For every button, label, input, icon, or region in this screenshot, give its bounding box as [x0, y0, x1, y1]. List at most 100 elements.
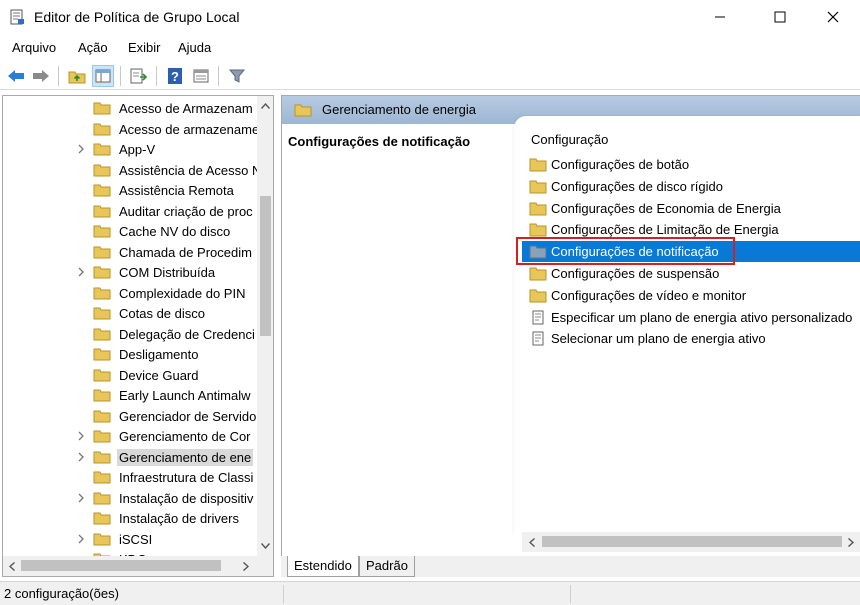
tree-hscroll-thumb[interactable]: [21, 560, 221, 571]
tree-item[interactable]: Gerenciamento de ene: [3, 447, 257, 467]
tree-item[interactable]: Gerenciamento de Cor: [3, 426, 257, 446]
scroll-left-arrow[interactable]: [5, 559, 19, 573]
setting-item-label: Configurações de Limitação de Energia: [551, 222, 779, 238]
tree-item[interactable]: Acesso de Armazenam: [3, 98, 257, 118]
menu-acao[interactable]: Ação: [78, 40, 108, 55]
tree-item[interactable]: Gerenciador de Servido: [3, 406, 257, 426]
tree-item[interactable]: Cotas de disco: [3, 303, 257, 323]
setting-item[interactable]: Configurações de disco rígido: [522, 176, 860, 197]
help-button[interactable]: ?: [164, 65, 186, 87]
tree-item-label: COM Distribuída: [119, 265, 216, 280]
list-horizontal-scrollbar[interactable]: [522, 532, 860, 552]
status-bar: 2 configuração(ões): [0, 581, 860, 605]
folder-icon: [93, 430, 111, 443]
tree-item[interactable]: Infraestrutura de Classi: [3, 467, 257, 487]
setting-item[interactable]: Configurações de botão: [522, 154, 860, 175]
tree-item-label: Chamada de Procedim: [119, 244, 252, 260]
chevron-right-icon[interactable]: [76, 534, 86, 544]
tree-scroll-thumb[interactable]: [260, 196, 271, 336]
tree-item[interactable]: Early Launch Antimalw: [3, 385, 257, 405]
scroll-down-arrow[interactable]: [258, 539, 272, 553]
tree-item[interactable]: Assistência de Acesso N: [3, 160, 257, 180]
tree-item-label: Assistência Remota: [119, 183, 234, 198]
back-button[interactable]: [5, 65, 27, 87]
up-folder-button[interactable]: [66, 65, 88, 87]
setting-item[interactable]: Configurações de suspensão: [522, 263, 860, 284]
tree-item[interactable]: Device Guard: [3, 365, 257, 385]
description-title: Configurações de notificação: [288, 134, 471, 149]
minimize-button[interactable]: [697, 0, 743, 34]
list-scroll-right-arrow[interactable]: [844, 535, 858, 549]
close-icon: [827, 11, 839, 23]
chevron-right-icon[interactable]: [76, 452, 86, 462]
close-button[interactable]: [810, 0, 856, 34]
scroll-up-arrow[interactable]: [258, 99, 272, 113]
menu-ajuda[interactable]: Ajuda: [178, 40, 211, 55]
properties-button[interactable]: [190, 65, 212, 87]
show-hide-tree-button[interactable]: [92, 65, 114, 87]
folder-icon: [529, 202, 547, 216]
export-list-button[interactable]: [128, 65, 150, 87]
folder-icon: [93, 246, 111, 258]
folder-icon: [93, 389, 111, 402]
tree-item-label: Gerenciador de Servido: [119, 408, 257, 424]
tab-padrao[interactable]: Padrão: [359, 556, 415, 577]
chevron-right-icon[interactable]: [76, 431, 86, 441]
tree-item[interactable]: Desligamento: [3, 344, 257, 364]
chevron-right-icon[interactable]: [76, 144, 86, 154]
setting-item[interactable]: Selecionar um plano de energia ativo: [522, 328, 860, 349]
scroll-right-arrow[interactable]: [239, 559, 253, 573]
tree-item[interactable]: KDC: [3, 549, 257, 556]
properties-icon: [193, 69, 209, 83]
setting-item-label: Configurações de botão: [551, 157, 690, 172]
tab-estendido[interactable]: Estendido: [287, 556, 359, 577]
column-header-configuracao[interactable]: Configuração: [531, 132, 608, 147]
filter-icon: [229, 69, 245, 83]
list-scroll-left-arrow[interactable]: [525, 535, 539, 549]
folder-icon: [93, 369, 111, 381]
tree-item[interactable]: Delegação de Credenci: [3, 324, 257, 344]
tree-item[interactable]: Auditar criação de proc: [3, 201, 257, 221]
forward-arrow-icon: [33, 70, 49, 82]
tree-horizontal-scrollbar[interactable]: [3, 556, 273, 576]
tree-item-label: Acesso de armazename: [119, 121, 257, 137]
setting-item[interactable]: Configurações de Economia de Energia: [522, 198, 860, 219]
menu-exibir[interactable]: Exibir: [128, 40, 161, 55]
folder-icon: [93, 471, 111, 484]
chevron-up-icon: [260, 103, 270, 109]
setting-item[interactable]: Especificar um plano de energia ativo pe…: [522, 307, 860, 328]
tree-item-label: Early Launch Antimalw: [119, 388, 251, 403]
tree-item[interactable]: COM Distribuída: [3, 262, 257, 282]
setting-item-label: Configurações de Economia de Energia: [551, 200, 781, 216]
tree-item[interactable]: Chamada de Procedim: [3, 242, 257, 262]
forward-button[interactable]: [30, 65, 52, 87]
tree-item[interactable]: Instalação de drivers: [3, 508, 257, 528]
list-hscroll-thumb[interactable]: [542, 536, 842, 547]
details-pane: Gerenciamento de energia Configurações d…: [281, 95, 860, 577]
setting-item-label: Configurações de vídeo e monitor: [551, 287, 747, 303]
folder-icon: [93, 348, 111, 361]
tree-vertical-scrollbar[interactable]: [257, 96, 273, 556]
folder-icon: [529, 267, 547, 281]
folder-icon: [93, 184, 111, 197]
tree-item[interactable]: App-V: [3, 139, 257, 159]
tree-item[interactable]: Complexidade do PIN: [3, 283, 257, 303]
red-highlight-box: [516, 237, 735, 265]
tree-item-label: Acesso de Armazenam: [119, 101, 253, 116]
folder-icon: [529, 158, 547, 172]
maximize-button[interactable]: [757, 0, 803, 34]
setting-item-label: Configurações de suspensão: [551, 266, 720, 281]
chevron-right-icon[interactable]: [76, 267, 86, 277]
help-icon: ?: [168, 68, 182, 84]
setting-item[interactable]: Configurações de vídeo e monitor: [522, 285, 860, 306]
tree-item[interactable]: Assistência Remota: [3, 180, 257, 200]
tree-item-label: Delegação de Credenci: [119, 326, 255, 342]
tree-item[interactable]: iSCSI: [3, 529, 257, 549]
filter-button[interactable]: [226, 65, 248, 87]
tree-item[interactable]: Acesso de armazename: [3, 119, 257, 139]
chevron-right-icon[interactable]: [76, 493, 86, 503]
chevron-right-icon: [848, 537, 854, 547]
tree-item[interactable]: Cache NV do disco: [3, 221, 257, 241]
menu-arquivo[interactable]: Arquivo: [12, 40, 56, 55]
tree-item[interactable]: Instalação de dispositiv: [3, 488, 257, 508]
